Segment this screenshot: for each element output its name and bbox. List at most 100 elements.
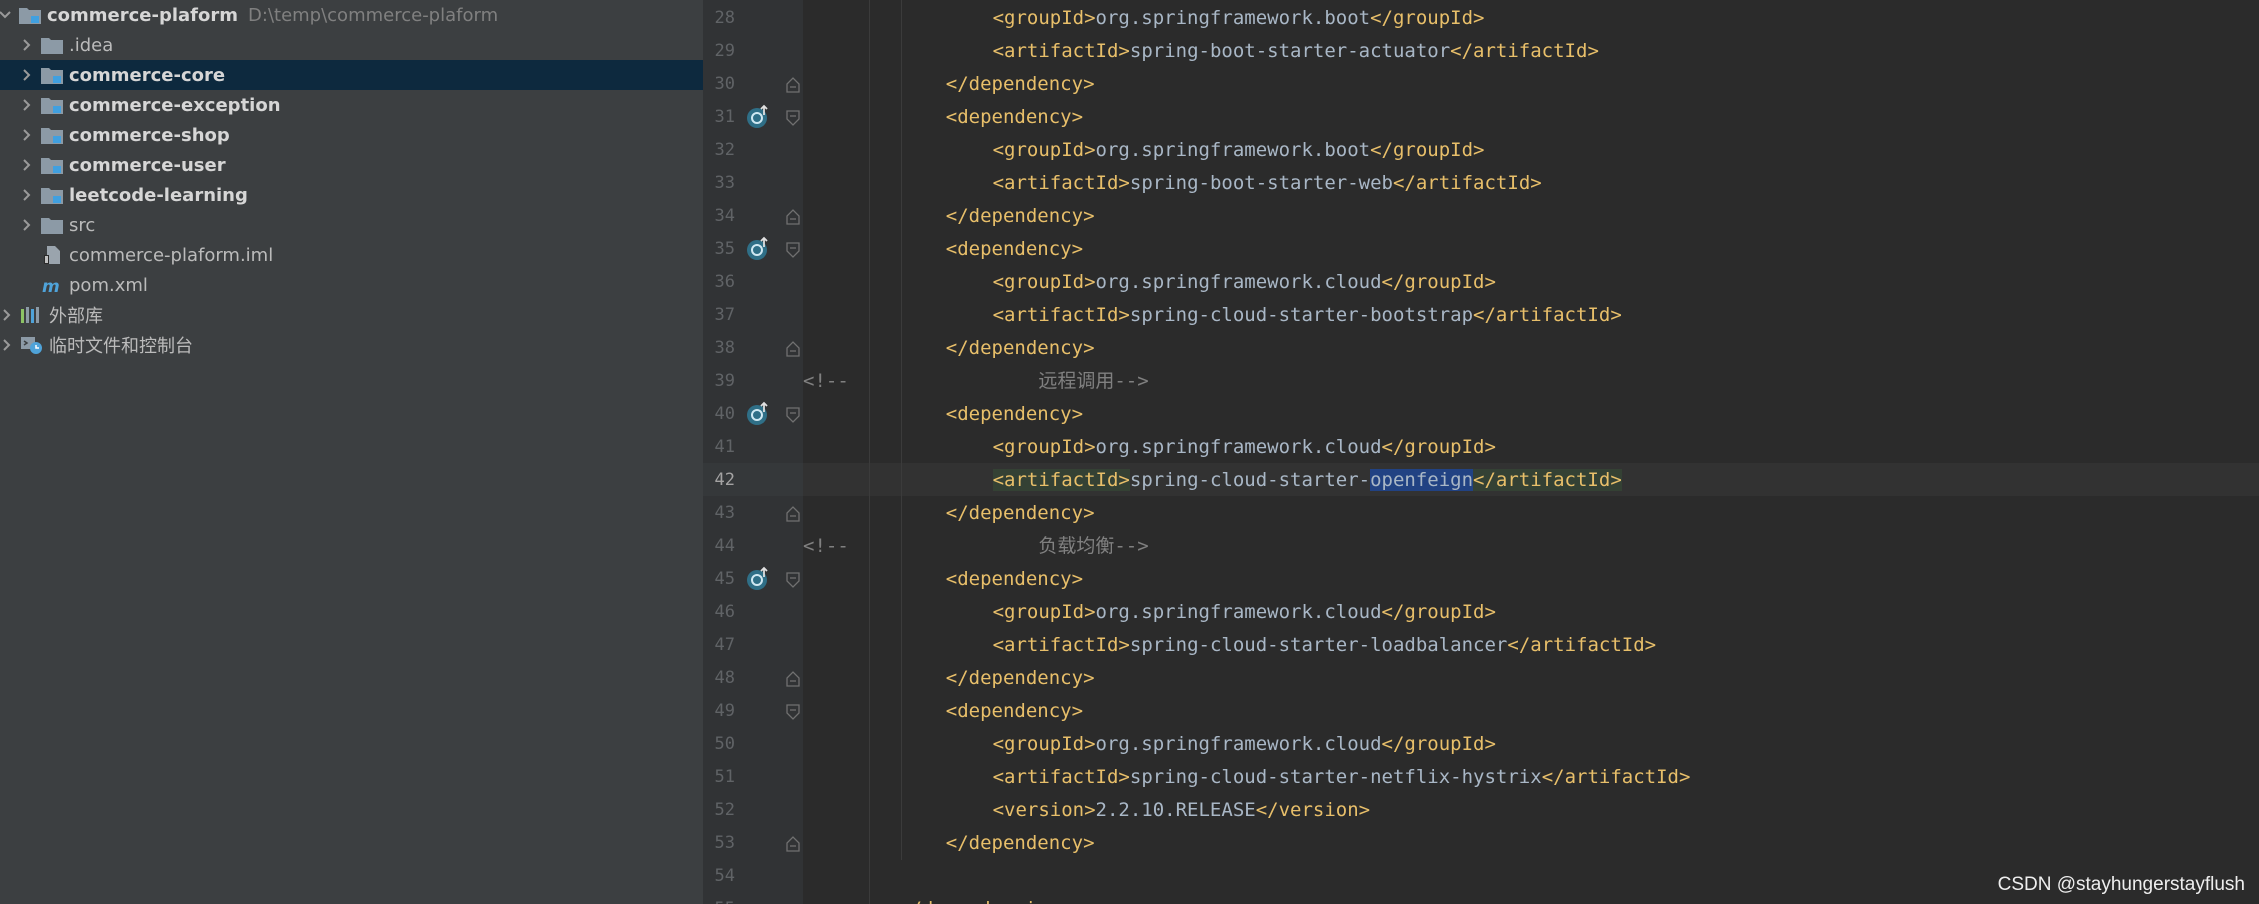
xml-open-tag: <dependency>: [945, 568, 1084, 590]
tree-item-external-libraries[interactable]: 外部库: [0, 300, 703, 330]
line-number: 38: [714, 338, 735, 358]
chevron-right-icon: [23, 159, 31, 171]
implemented-override-icon[interactable]: [745, 566, 771, 592]
xml-text: org.springframework.cloud: [1095, 733, 1382, 755]
tree-item[interactable]: commerce-core: [0, 60, 703, 90]
fold-end-icon[interactable]: [786, 836, 800, 852]
xml-close-tag: </dependency>: [945, 73, 1095, 95]
xml-open-tag: <groupId>: [992, 733, 1096, 755]
line-number: 53: [714, 833, 735, 853]
code-line[interactable]: <version>2.2.10.RELEASE</version>: [993, 794, 1371, 827]
line-number: 29: [714, 41, 735, 61]
code-line[interactable]: </dependency>: [946, 68, 1095, 101]
xml-close-tag: </artifactId>: [1541, 766, 1691, 788]
code-line[interactable]: <groupId>org.springframework.cloud</grou…: [993, 596, 1496, 629]
xml-open-tag: <artifactId>: [992, 766, 1130, 788]
code-line[interactable]: <dependency>: [946, 398, 1083, 431]
line-number: 42: [714, 470, 735, 490]
code-line[interactable]: <artifactId>spring-boot-starter-web</art…: [993, 167, 1542, 200]
line-number: 47: [714, 635, 735, 655]
iml-file-icon: [44, 246, 60, 264]
line-number: 41: [714, 437, 735, 457]
tree-item[interactable]: leetcode-learning: [0, 180, 703, 210]
tree-root-path: D:\temp\commerce-plaform: [248, 4, 499, 26]
xml-close-tag: </artifactId>: [1392, 172, 1542, 194]
tree-item[interactable]: src: [0, 210, 703, 240]
code-line[interactable]: </dependency>: [946, 827, 1095, 860]
chevron-down-icon[interactable]: [0, 8, 12, 22]
code-line[interactable]: <artifactId>spring-cloud-starter-openfei…: [992, 464, 1622, 497]
code-line[interactable]: <artifactId>spring-boot-starter-actuator…: [993, 35, 1599, 68]
code-line[interactable]: <dependency>: [946, 233, 1083, 266]
code-line[interactable]: <dependency>: [946, 563, 1083, 596]
xml-open-tag: <dependency>: [945, 403, 1084, 425]
implemented-override-icon[interactable]: [745, 236, 771, 262]
module-folder-icon: [41, 98, 63, 114]
code-line[interactable]: </dependency>: [946, 332, 1095, 365]
line-number: 55: [703, 893, 735, 904]
xml-text: spring-cloud-starter-: [1129, 469, 1371, 491]
xml-close-tag: </groupId>: [1381, 733, 1496, 755]
xml-close-tag: </dependency>: [945, 502, 1095, 524]
indent-guide: [901, 0, 902, 860]
code-line[interactable]: </dependency>: [946, 662, 1095, 695]
code-line[interactable]: <artifactId>spring-cloud-starter-bootstr…: [993, 299, 1622, 332]
folder-icon: [41, 38, 63, 54]
xml-close-tag: </artifactId>: [1473, 469, 1622, 491]
fold-collapse-icon[interactable]: [786, 572, 800, 588]
fold-collapse-icon[interactable]: [786, 407, 800, 423]
tree-item[interactable]: commerce-shop: [0, 120, 703, 150]
tree-item-label: .idea: [69, 34, 114, 56]
xml-open-tag: <groupId>: [992, 7, 1096, 29]
fold-collapse-icon[interactable]: [786, 704, 800, 720]
tree-item-scratches[interactable]: 临时文件和控制台: [0, 330, 703, 360]
xml-close-tag: </groupId>: [1381, 271, 1496, 293]
xml-text: spring-boot-starter-actuator: [1129, 40, 1451, 62]
fold-collapse-icon[interactable]: [786, 242, 800, 258]
implemented-override-icon[interactable]: [745, 104, 771, 130]
implemented-override-icon[interactable]: [745, 401, 771, 427]
code-line[interactable]: <dependency>: [946, 101, 1083, 134]
code-line[interactable]: <dependency>: [946, 695, 1083, 728]
fold-end-icon[interactable]: [786, 209, 800, 225]
code-line[interactable]: <!-- 远程调用-->: [803, 365, 1149, 398]
tree-item-label: commerce-exception: [69, 94, 281, 116]
code-line[interactable]: <groupId>org.springframework.cloud</grou…: [993, 431, 1496, 464]
tree-item-label: src: [69, 214, 96, 236]
code-line[interactable]: <!-- 负载均衡-->: [803, 530, 1149, 563]
code-line[interactable]: </dependencies>: [899, 893, 1071, 904]
line-number: 48: [714, 668, 735, 688]
xml-close-tag: </groupId>: [1381, 436, 1496, 458]
fold-collapse-icon[interactable]: [786, 110, 800, 126]
tree-item[interactable]: commerce-exception: [0, 90, 703, 120]
tree-item[interactable]: .idea: [0, 30, 703, 60]
tree-item[interactable]: commerce-plaform.iml: [0, 240, 703, 270]
fold-end-icon[interactable]: [786, 671, 800, 687]
tree-item[interactable]: m pom.xml: [0, 270, 703, 300]
code-line[interactable]: <artifactId>spring-cloud-starter-netflix…: [993, 761, 1691, 794]
fold-end-icon[interactable]: [786, 341, 800, 357]
xml-text: org.springframework.cloud: [1095, 601, 1382, 623]
code-line[interactable]: <groupId>org.springframework.boot</group…: [993, 134, 1485, 167]
line-number: 39: [714, 371, 735, 391]
code-editor[interactable]: 28 <groupId>org.springframework.boot</gro…: [703, 0, 2259, 904]
scratches-icon: [21, 337, 42, 354]
fold-end-icon[interactable]: [786, 77, 800, 93]
code-line[interactable]: <groupId>org.springframework.boot</group…: [993, 2, 1485, 35]
code-line[interactable]: <groupId>org.springframework.cloud</grou…: [993, 266, 1496, 299]
code-line[interactable]: </dependency>: [946, 497, 1095, 530]
xml-close-tag: </dependency>: [945, 337, 1095, 359]
xml-close-tag: </version>: [1255, 799, 1371, 821]
code-line[interactable]: <groupId>org.springframework.cloud</grou…: [993, 728, 1496, 761]
xml-open-tag: <groupId>: [992, 436, 1096, 458]
line-number: 52: [714, 800, 735, 820]
code-line[interactable]: <artifactId>spring-cloud-starter-loadbal…: [993, 629, 1657, 662]
tree-root-row[interactable]: commerce-plaform D:\temp\commerce-plafor…: [0, 0, 703, 30]
line-number: 45: [714, 569, 735, 589]
code-line[interactable]: </dependency>: [946, 200, 1095, 233]
fold-end-icon[interactable]: [786, 506, 800, 522]
line-number: 32: [714, 140, 735, 160]
module-folder-icon: [19, 8, 41, 24]
tree-item[interactable]: commerce-user: [0, 150, 703, 180]
comment-text: 远程调用-->: [1038, 370, 1149, 392]
